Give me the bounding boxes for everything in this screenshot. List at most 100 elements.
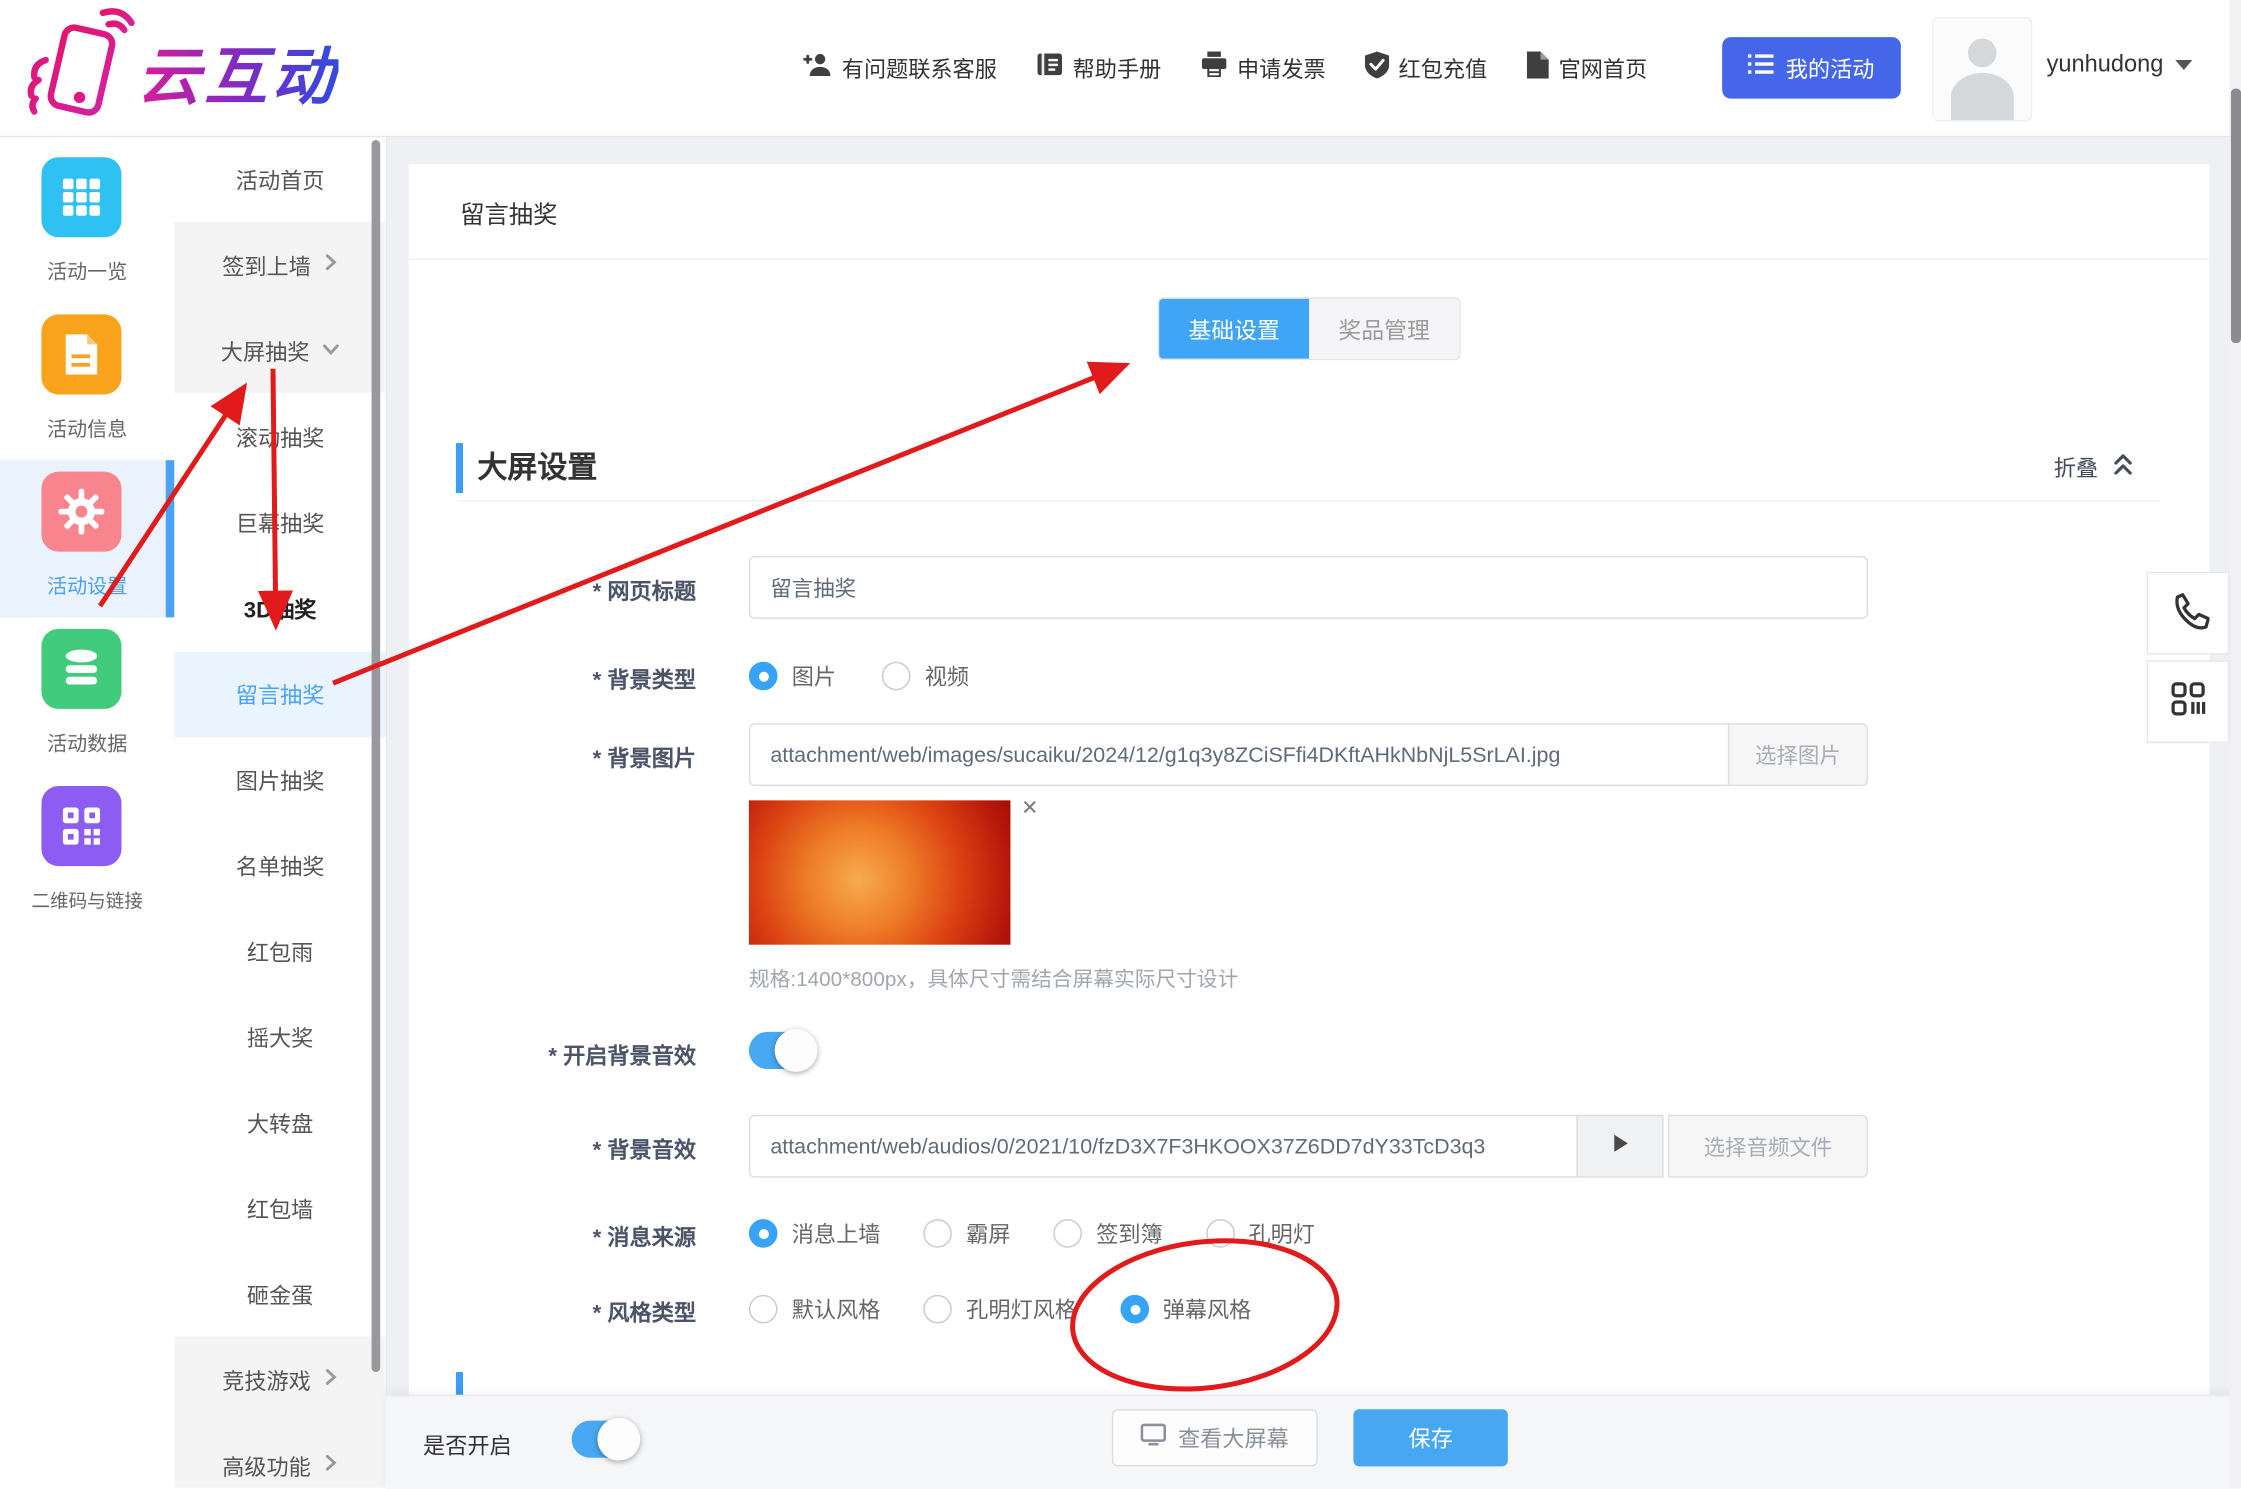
msg-source-radio-group: 消息上墙 霸屏 签到簿 孔明灯 [749,1218,1315,1249]
section-accent-bar [456,443,463,493]
submenu-item-competitive-games[interactable]: 竞技游戏 [174,1338,386,1424]
logo[interactable]: 云互动 [14,6,338,136]
radio-baping[interactable] [923,1219,952,1248]
gear-icon [41,472,121,552]
submenu-item-namelist-lottery[interactable]: 名单抽奖 [174,823,386,909]
submenu-item-advanced-features[interactable]: 高级功能 [174,1423,386,1487]
choose-image-button[interactable]: 选择图片 [1728,723,1868,786]
my-activities-button[interactable]: 我的活动 [1722,37,1901,98]
bg-sound-input[interactable] [749,1115,1578,1178]
image-spec-hint: 规格:1400*800px，具体尺寸需结合屏幕实际尺寸设计 [749,963,1238,993]
nav-request-invoice[interactable]: 申请发票 [1200,51,1326,84]
remove-image-icon[interactable]: × [1022,795,1038,822]
background-image-preview [749,800,1011,944]
list-icon [1749,54,1775,81]
bg-image-label: * 背景图片 [424,742,696,773]
submenu-item-activity-home[interactable]: 活动首页 [174,137,386,223]
user-menu[interactable]: yunhudong [2047,51,2192,78]
grid-icon [41,157,121,237]
submenu-item-wheel[interactable]: 大转盘 [174,1080,386,1166]
sidebar-item-activity-info[interactable]: 活动信息 [0,314,174,471]
section-title: 大屏设置 [477,444,597,487]
submenu-item-redpacket-wall[interactable]: 红包墙 [174,1166,386,1252]
page-scrollbar-thumb[interactable] [2230,89,2240,343]
submenu-item-signin-wall[interactable]: 签到上墙 [174,223,386,309]
chevron-right-icon [322,1453,338,1479]
shield-check-icon [1364,51,1388,85]
file-icon [1526,51,1549,85]
double-chevron-up-icon [2112,452,2133,483]
divider [457,500,2161,501]
radio-default-style[interactable] [749,1295,778,1324]
bottom-action-bar: 是否开启 查看大屏幕 保存 [386,1395,2241,1489]
web-title-label: * 网页标题 [424,575,696,606]
radio-lantern-style[interactable] [923,1295,952,1324]
submenu-item-3d-lottery[interactable]: 3D抽奖 [174,566,386,652]
monitor-icon [1141,1423,1167,1453]
radio-kongming-lantern[interactable] [1206,1219,1235,1248]
msg-source-label: * 消息来源 [424,1221,696,1252]
avatar-head [1968,39,1997,68]
radio-danmu-style[interactable] [1120,1295,1149,1324]
avatar[interactable] [1932,17,2032,121]
choose-audio-button[interactable]: 选择音频文件 [1668,1115,1868,1178]
web-title-input[interactable] [749,556,1868,619]
submenu-item-bigscreen-lottery[interactable]: 大屏抽奖 [174,309,386,395]
section-accent-bar [456,1372,463,1395]
view-bigscreen-button[interactable]: 查看大屏幕 [1112,1409,1318,1466]
document-icon [41,314,121,394]
sidebar-item-activity-settings[interactable]: 活动设置 [0,472,174,629]
settings-tabs: 基础设置 奖品管理 [1158,297,1461,360]
nav-help-manual[interactable]: 帮助手册 [1035,51,1161,84]
tab-prize-management[interactable]: 奖品管理 [1309,299,1459,359]
toggle-knob [597,1418,640,1461]
qrcode-icon [41,786,121,866]
contact-phone-button[interactable] [2147,572,2230,655]
phone-icon [2167,588,2210,638]
play-icon [1611,1133,1628,1159]
submenu-item-golden-egg[interactable]: 砸金蛋 [174,1252,386,1338]
sidebar-item-activity-overview[interactable]: 活动一览 [0,157,174,314]
app-window: 云互动 有问题联系客服 [0,0,2241,1488]
submenu-panel: 活动首页 签到上墙 大屏抽奖 滚动抽奖 巨幕抽奖 3D抽奖 留言抽奖 图片抽奖 … [174,136,387,1488]
enable-label: 是否开启 [423,1429,512,1460]
chevron-right-icon [322,1368,338,1394]
nav-redpacket-recharge[interactable]: 红包充值 [1364,51,1487,85]
play-audio-button[interactable] [1576,1115,1663,1178]
submenu-item-redpacket-rain[interactable]: 红包雨 [174,909,386,995]
nav-official-site[interactable]: 官网首页 [1526,51,1648,85]
style-type-label: * 风格类型 [424,1296,696,1327]
radio-image[interactable] [749,662,778,691]
add-user-icon [803,51,832,84]
enable-toggle[interactable] [572,1421,638,1458]
submenu-item-megascreen-lottery[interactable]: 巨幕抽奖 [174,480,386,566]
tab-basic-settings[interactable]: 基础设置 [1159,299,1309,359]
submenu-item-picture-lottery[interactable]: 图片抽奖 [174,737,386,823]
sidebar-item-qrcode-links[interactable]: 二维码与链接 [0,786,174,943]
submenu-item-message-lottery[interactable]: 留言抽奖 [174,652,386,738]
radio-video[interactable] [882,662,911,691]
bg-sound-toggle[interactable] [749,1032,815,1069]
chevron-down-icon [321,339,340,365]
sidebar: 活动一览 活动信息 [0,136,176,1488]
bg-image-input[interactable] [749,723,1729,786]
collapse-button[interactable]: 折叠 [2054,452,2134,483]
divider [409,259,2210,260]
avatar-shoulders [1951,73,2014,122]
top-nav: 有问题联系客服 帮助手册 [803,0,1647,136]
sidebar-item-activity-data[interactable]: 活动数据 [0,629,174,786]
apps-qr-button[interactable] [2147,660,2230,743]
printer-icon [1200,51,1227,84]
submenu-item-shake-prize[interactable]: 摇大奖 [174,995,386,1081]
nav-contact-support[interactable]: 有问题联系客服 [803,51,997,84]
logo-text: 云互动 [137,25,339,116]
top-header: 云互动 有问题联系客服 [0,0,2241,137]
bg-type-radio-group: 图片 视频 [749,660,969,691]
hand-phone-logo-icon [14,6,137,136]
submenu-item-rolling-lottery[interactable]: 滚动抽奖 [174,394,386,480]
save-button[interactable]: 保存 [1353,1409,1507,1466]
radio-signin-book[interactable] [1053,1219,1082,1248]
submenu-scrollbar[interactable] [372,140,381,1372]
bg-type-label: * 背景类型 [424,663,696,694]
radio-message-wall[interactable] [749,1219,778,1248]
